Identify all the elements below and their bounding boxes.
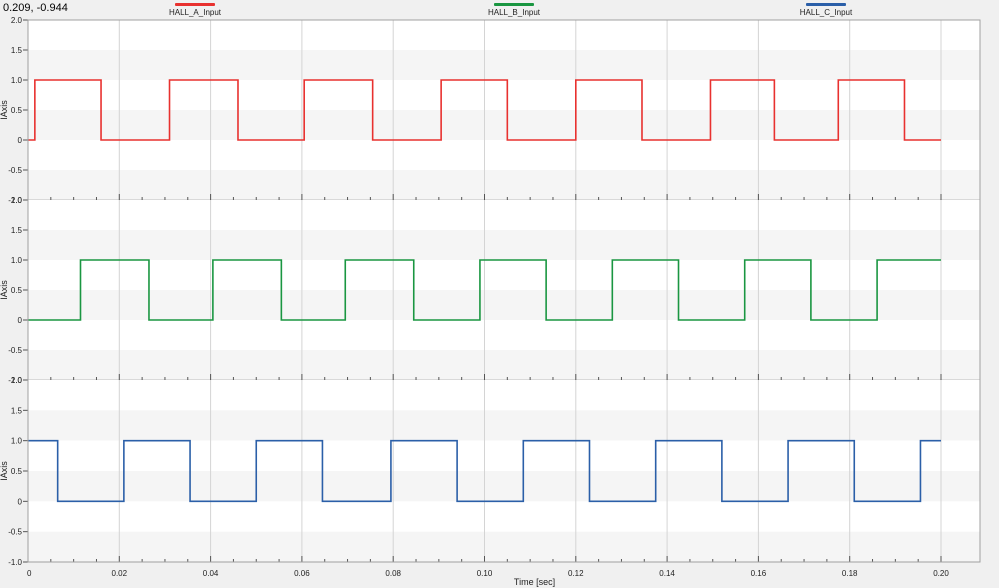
panel-1-band: [28, 50, 980, 80]
panel-1-band: [28, 80, 980, 110]
panel-1-band: [28, 110, 980, 140]
panel-3-y-tick-label: 1.0: [11, 437, 23, 446]
panel-3-band: [28, 440, 980, 471]
x-tick-label: 0.08: [385, 569, 401, 578]
panel-3-y-tick-label: -1.0: [8, 558, 22, 567]
panel-1-y-tick-label: 1.0: [11, 76, 23, 85]
panel-2-band: [28, 200, 980, 230]
panel-2-y-tick-label: 1.5: [11, 226, 23, 235]
x-tick-label: 0.14: [659, 569, 675, 578]
x-tick-label: 0.20: [933, 569, 949, 578]
panel-3-band: [28, 471, 980, 502]
panel-1-y-tick-label: 0: [18, 136, 23, 145]
x-tick-label: 0.04: [203, 569, 219, 578]
panel-1-y-tick-label: 0.5: [11, 106, 23, 115]
panel-1-y-tick-label: 2.0: [11, 16, 23, 25]
panel-3-band: [28, 501, 980, 532]
panel-3-y-tick-label: 0.5: [11, 467, 23, 476]
panel-3-y-tick-label: -0.5: [8, 528, 22, 537]
panel-2-band: [28, 230, 980, 260]
plot-window: 0.209, -0.944 HALL_A_Input HALL_B_Input …: [0, 0, 999, 588]
panel-3-band: [28, 410, 980, 441]
x-tick-label: 0.10: [477, 569, 493, 578]
panel-3-y-axis-label: IAxis: [0, 461, 9, 481]
x-axis-label: Time [sec]: [514, 577, 555, 587]
panel-2-band: [28, 260, 980, 290]
panel-2-y-tick-label: 0: [18, 316, 23, 325]
x-tick-label: 0: [27, 569, 32, 578]
panel-2-band: [28, 320, 980, 350]
panel-1-band: [28, 170, 980, 200]
x-tick-label: 0.18: [842, 569, 858, 578]
panel-3-y-tick-label: 0: [18, 497, 23, 506]
stacked-step-chart[interactable]: 2.0 1.5 1.0 0.5 0 -0.5 -1.0 IAxis 2.0 1.5 1.0 0.5 0 -…: [0, 0, 999, 588]
panel-1-y-tick-label: -0.5: [8, 166, 22, 175]
panel-2-y-tick-label: -0.5: [8, 346, 22, 355]
x-tick-label: 0.12: [568, 569, 584, 578]
panel-3-y-tick-label: 2.0: [11, 376, 23, 385]
panel-2-y-tick-label: 1.0: [11, 256, 23, 265]
panel-1-y-axis-label: IAxis: [0, 100, 9, 120]
panel-3-band: [28, 380, 980, 411]
x-tick-label: 0.02: [112, 569, 128, 578]
panel-3-band: [28, 531, 980, 562]
panel-2-y-tick-label: 0.5: [11, 286, 23, 295]
panel-1-band: [28, 140, 980, 170]
panel-2-y-tick-label: 2.0: [11, 196, 23, 205]
panel-3-y-tick-label: 1.5: [11, 406, 23, 415]
panel-2-y-axis-label: IAxis: [0, 280, 9, 300]
x-tick-label: 0.06: [294, 569, 310, 578]
panel-1-y-tick-label: 1.5: [11, 46, 23, 55]
panel-2-band: [28, 350, 980, 380]
panel-1-band: [28, 20, 980, 50]
panel-2-band: [28, 290, 980, 320]
x-tick-label: 0.16: [751, 569, 767, 578]
